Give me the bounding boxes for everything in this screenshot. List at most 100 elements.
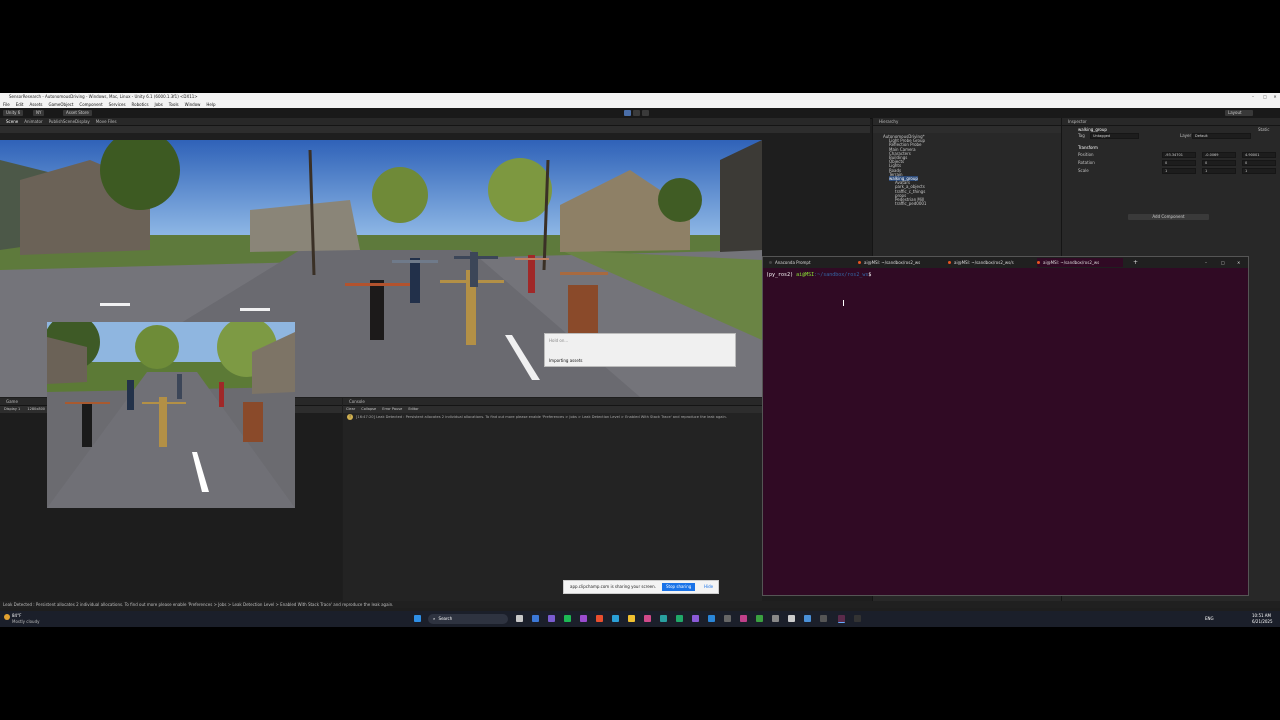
app-icon[interactable] [548,615,555,622]
weather-icon[interactable] [4,614,10,620]
layout-dropdown[interactable]: Layout [1225,110,1253,116]
transform-y-field[interactable]: 1 [1202,168,1236,174]
stop-sharing-button[interactable]: Stop sharing [662,583,696,591]
step-button[interactable] [642,110,649,116]
file-explorer-icon[interactable] [628,615,635,622]
transform-x-field[interactable]: 0 [1162,160,1196,166]
terminal-close-icon[interactable]: ✕ [1231,258,1243,267]
transform-z-field[interactable]: 4.90001 [1242,152,1276,158]
tab-scene[interactable]: Scene [6,119,18,124]
tab-hierarchy[interactable]: Hierarchy [879,119,898,124]
tab-move-files[interactable]: Move Files [96,119,117,124]
terminal-tab-ros2-ws-1[interactable]: ai@MSI: ~/sandbox/ros2_ws [858,258,944,267]
terminal-tab-ros2-ws-3[interactable]: ai@MSI: ~/sandbox/ros2_ws [1037,258,1123,267]
app-icon[interactable] [676,615,683,622]
app-icon[interactable] [804,615,811,622]
asset-store-button[interactable]: Asset Store [63,110,92,116]
app-icon[interactable] [724,615,731,622]
scene-toolbar [0,126,870,133]
new-tab-icon[interactable]: + [1127,258,1141,267]
terminal-prompt: (py_ros2) ai@MSI:~/sandbox/ros2_ws$ [766,272,871,278]
menu-help[interactable]: Help [206,102,215,107]
close-icon[interactable]: ✕ [1268,93,1280,101]
scene-tab-strip: Scene Animator PublishSceneDisplay Move Fil… [0,118,870,126]
terminal-app-icon[interactable] [838,615,845,623]
resolution-dropdown[interactable]: 1280x800 [27,407,45,411]
transform-header[interactable]: Transform [1078,145,1098,150]
vscode-icon[interactable] [708,615,715,622]
app-icon[interactable] [644,615,651,622]
console-collapse-button[interactable]: Collapse [361,407,376,411]
tab-inspector[interactable]: Inspector [1068,119,1087,124]
add-component-button[interactable]: Add Component [1128,214,1209,220]
menu-assets[interactable]: Assets [29,102,42,107]
cloud-button[interactable]: NY [33,110,45,116]
object-name[interactable]: walking_group [1078,127,1107,132]
app-icon[interactable] [580,615,587,622]
terminal-minimize-icon[interactable]: – [1199,258,1211,267]
pause-button[interactable] [633,110,640,116]
terminal-tab-anaconda[interactable]: Anaconda Prompt [769,258,855,267]
layer-dropdown[interactable]: Default [1192,133,1251,139]
app-icon[interactable] [660,615,667,622]
display-dropdown[interactable]: Display 1 [4,407,20,411]
hierarchy-search[interactable] [873,126,1061,133]
menu-robotics[interactable]: Robotics [132,102,149,107]
windows-start-icon[interactable] [414,615,421,622]
play-button[interactable] [624,110,631,116]
menu-gameobject[interactable]: GameObject [48,102,73,107]
menu-services[interactable]: Services [109,102,126,107]
settings-icon[interactable] [772,615,779,622]
menu-bar: File Edit Assets GameObject Component Service… [0,101,1280,108]
transform-x-field[interactable]: 1 [1162,168,1196,174]
chrome-icon[interactable] [596,615,603,622]
clock-date[interactable]: 6/21/2025 [1252,619,1273,624]
account-button[interactable]: Unity 6 [3,110,24,116]
game-view[interactable] [47,322,295,508]
menu-tools[interactable]: Tools [169,102,179,107]
transform-y-field[interactable]: 0 [1202,160,1236,166]
app-icon[interactable] [740,615,747,622]
edge-icon[interactable] [612,615,619,622]
clock-time[interactable]: 10:51 AM [1252,613,1271,618]
terminal-tab-ros2-ws-2[interactable]: ai@MSI: ~/sandbox/ros2_ws/s [948,258,1034,267]
app-icon[interactable] [820,615,827,622]
menu-component[interactable]: Component [79,102,102,107]
ubuntu-icon [858,261,861,264]
weather-temp[interactable]: 84°F [12,613,21,618]
prompt-path: :~/sandbox/ros2_ws [814,272,869,278]
menu-file[interactable]: File [3,102,10,107]
static-toggle[interactable]: Static [1258,127,1269,132]
tab-publish[interactable]: PublishSceneDisplay [49,119,90,124]
task-view-icon[interactable] [516,615,523,622]
transform-x-field[interactable]: -93.34701 [1162,152,1196,158]
menu-edit[interactable]: Edit [16,102,24,107]
tag-dropdown[interactable]: Untagged [1090,133,1139,139]
tab-game[interactable]: Game [6,399,18,404]
transform-y-field[interactable]: -0.0069 [1202,152,1236,158]
language-indicator[interactable]: ENG [1205,616,1214,621]
transform-z-field[interactable]: 0 [1242,160,1276,166]
hide-button[interactable]: Hide [704,581,713,593]
unity-icon[interactable] [788,615,795,622]
hierarchy-item[interactable]: traffic_ped0001 [895,201,926,206]
browser-icon[interactable] [532,615,539,622]
spotify-icon[interactable] [564,615,571,622]
status-message[interactable]: Leak Detected : Persistent allocates 2 i… [3,602,393,607]
xbox-icon[interactable] [756,615,763,622]
console-clear-button[interactable]: Clear [346,407,355,411]
tab-animator[interactable]: Animator [24,119,42,124]
tab-console[interactable]: Console [349,399,365,404]
terminal-maximize-icon[interactable]: □ [1215,258,1227,267]
console-editor-dropdown[interactable]: Editor [408,407,418,411]
console-log-row[interactable]: ! [16:47:20] Leak Detected : Persistent … [343,413,762,421]
menu-window[interactable]: Window [185,102,201,107]
app-icon[interactable] [854,615,861,622]
inspector-tab-strip: Inspector [1062,118,1280,126]
transform-z-field[interactable]: 1 [1242,168,1276,174]
console-error-pause-button[interactable]: Error Pause [382,407,402,411]
terminal-window[interactable]: Anaconda Prompt ai@MSI: ~/sandbox/ros2_w… [762,256,1249,596]
menu-jobs[interactable]: Jobs [155,102,163,107]
visual-studio-icon[interactable] [692,615,699,622]
taskbar-search[interactable]: ⌕ Search [428,614,508,624]
